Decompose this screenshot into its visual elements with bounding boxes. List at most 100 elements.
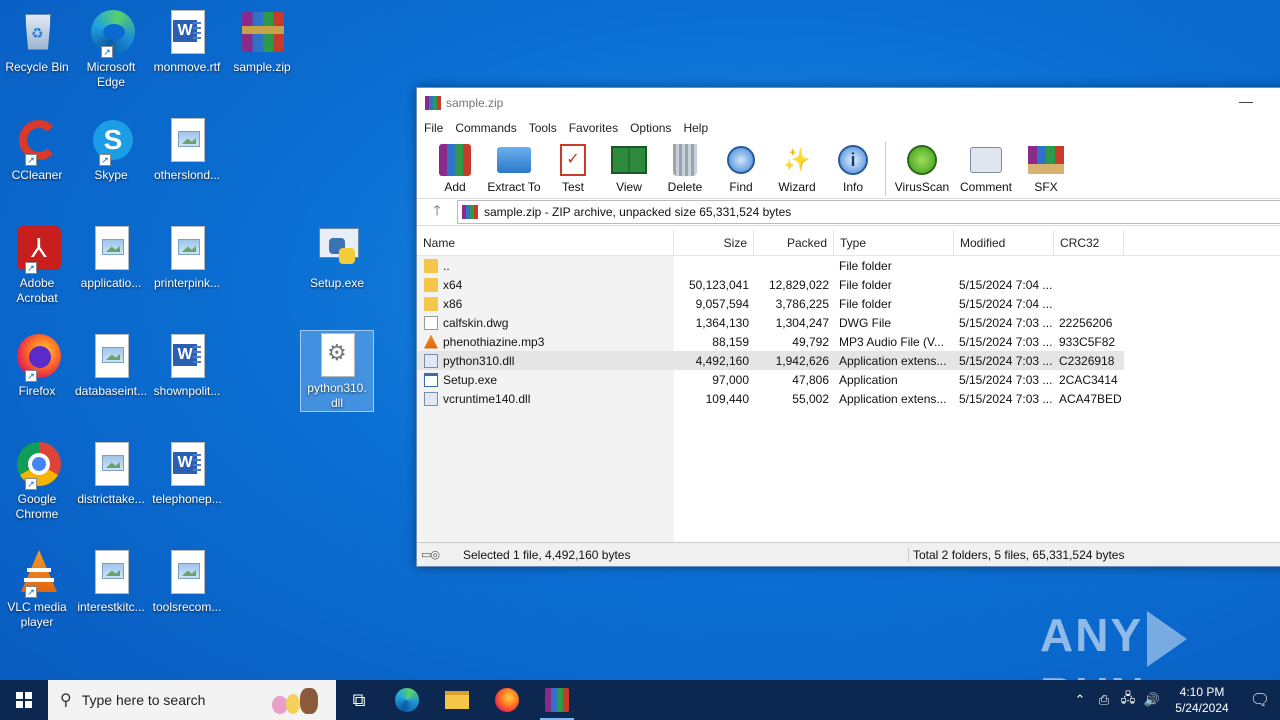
taskbar-firefox-icon[interactable] (482, 680, 532, 720)
view-button[interactable]: View (601, 142, 657, 194)
table-row[interactable]: x86 9,057,594 3,786,225 File folder 5/15/202… (417, 294, 1280, 313)
desktop-icon-acrobat[interactable]: ⅄ ↗ Adobe Acrobat (0, 224, 74, 306)
cell-type: DWG File (839, 315, 891, 330)
find-button[interactable]: Find (713, 142, 769, 194)
file-name: x64 (443, 277, 463, 292)
desktop-icon-districttake[interactable]: districttake... (74, 440, 148, 507)
desktop-icon-vlc[interactable]: ↗ VLC media player (0, 548, 74, 630)
cell-type: File folder (839, 277, 892, 292)
up-arrow-icon[interactable]: 🡑 (417, 200, 457, 224)
info-button[interactable]: i Info (825, 142, 881, 194)
desktop-icon-chrome[interactable]: ↗ Google Chrome (0, 440, 74, 522)
desktop-icon-recycle-bin[interactable]: ♻ Recycle Bin (0, 8, 74, 75)
add-button[interactable]: Add (427, 142, 483, 194)
desktop-icon-skype[interactable]: S ↗ Skype (74, 116, 148, 183)
notification-icon[interactable]: 🗨 (1240, 690, 1280, 710)
menu-commands[interactable]: Commands (455, 121, 516, 135)
table-row[interactable]: python310.dll 4,492,160 1,942,626 Applicati… (417, 351, 1124, 370)
cell-type: Application extens... (839, 391, 947, 406)
desktop-icon-setup-exe[interactable]: Setup.exe (300, 224, 374, 291)
column-modified[interactable]: Modified (954, 230, 1054, 256)
search-box[interactable]: ⚲ Type here to search (48, 680, 336, 720)
menu-file[interactable]: File (424, 121, 443, 135)
folder-icon (424, 277, 438, 292)
cell-modified: 5/15/2024 7:03 ... (959, 391, 1053, 406)
test-button[interactable]: ✓ Test (545, 142, 601, 194)
file-name: Setup.exe (443, 372, 498, 387)
column-crc32[interactable]: CRC32 (1054, 230, 1124, 256)
desktop-icon-firefox[interactable]: ↗ Firefox (0, 332, 74, 399)
clock[interactable]: 4:10 PM 5/24/2024 (1164, 684, 1240, 716)
search-placeholder: Type here to search (81, 692, 206, 708)
desktop-icon-shownpolit[interactable]: W shownpolit... (150, 332, 224, 399)
table-row[interactable]: x64 50,123,041 12,829,022 File folder 5/15/2… (417, 275, 1280, 294)
window-titlebar[interactable]: sample.zip — (417, 88, 1280, 118)
desktop-icon-label: Firefox (18, 384, 56, 398)
table-row[interactable]: vcruntime140.dll 109,440 55,002 Application… (417, 389, 1280, 408)
column-name[interactable]: Name (417, 230, 674, 256)
delete-button[interactable]: Delete (657, 142, 713, 194)
status-bar: ▭◎ Selected 1 file, 4,492,160 bytes Tota… (417, 542, 1280, 566)
menu-help[interactable]: Help (683, 121, 708, 135)
desktop-icon-label: Microsoft Edge (86, 60, 136, 89)
network-icon[interactable]: 🖧 (1116, 689, 1140, 711)
volume-icon[interactable]: 🔊 (1140, 692, 1164, 708)
extract-to-button[interactable]: Extract To (483, 142, 545, 194)
search-highlight-icon (266, 686, 326, 714)
menu-favorites[interactable]: Favorites (569, 121, 618, 135)
cell-packed: 47,806 (792, 372, 829, 387)
cell-size: 97,000 (712, 372, 749, 387)
desktop-icon-databaseint[interactable]: databaseint... (74, 332, 148, 399)
taskbar-edge-icon[interactable] (382, 680, 432, 720)
desktop-icon-interestkitc[interactable]: interestkitc... (74, 548, 148, 615)
comment-button[interactable]: Comment (954, 142, 1018, 194)
trash-icon (667, 142, 703, 178)
path-field[interactable]: sample.zip - ZIP archive, unpacked size … (457, 200, 1280, 224)
desktop-icon-python310-dll[interactable]: ⚙ python310.dll (300, 330, 374, 412)
taskbar: ⚲ Type here to search ⧉ ⌃ ⎙ 🖧 🔊 4:10 PM … (0, 680, 1280, 720)
sfx-box-icon (1028, 142, 1064, 178)
wizard-button[interactable]: ✨ Wizard (769, 142, 825, 194)
table-row[interactable]: .. File folder (417, 256, 1280, 275)
desktop-icon-ccleaner[interactable]: ↗ CCleaner (0, 116, 74, 183)
desktop-icon-monmove-rtf[interactable]: W monmove.rtf (150, 8, 224, 75)
cell-crc32: ACA47BED (1059, 391, 1122, 406)
chevron-up-icon[interactable]: ⌃ (1068, 692, 1092, 708)
menu-options[interactable]: Options (630, 121, 671, 135)
cell-modified: 5/15/2024 7:03 ... (959, 372, 1053, 387)
file-list[interactable]: Name Size Packed Type Modified CRC32 .. F… (417, 230, 1280, 542)
table-row[interactable]: phenothiazine.mp3 88,159 49,792 MP3 Audio F… (417, 332, 1280, 351)
ccleaner-icon: ↗ (13, 116, 61, 166)
device-icon[interactable]: ⎙ (1092, 692, 1116, 708)
image-file-icon (87, 224, 135, 272)
virusscan-button[interactable]: VirusScan (890, 142, 954, 194)
column-type[interactable]: Type (834, 230, 954, 256)
cell-size: 4,492,160 (695, 353, 749, 368)
drive-icon[interactable]: ▭◎ (417, 548, 457, 561)
desktop-icon-edge[interactable]: ↗ Microsoft Edge (74, 8, 148, 90)
cell-size: 88,159 (712, 334, 749, 349)
file-icon (424, 315, 438, 330)
minimize-icon[interactable]: — (1239, 94, 1255, 108)
cell-size: 109,440 (705, 391, 749, 406)
task-view-icon[interactable]: ⧉ (336, 680, 382, 720)
table-row[interactable]: Setup.exe 97,000 47,806 Application 5/15/202… (417, 370, 1280, 389)
desktop-icon-toolsrecom[interactable]: toolsrecom... (150, 548, 224, 615)
desktop-icon-printerpink[interactable]: printerpink... (150, 224, 224, 291)
desktop-icon-applicatio[interactable]: applicatio... (74, 224, 148, 291)
menu-tools[interactable]: Tools (529, 121, 557, 135)
cell-crc32: C2326918 (1059, 353, 1115, 368)
sfx-button[interactable]: SFX (1018, 142, 1074, 194)
taskbar-winrar-icon[interactable] (532, 680, 582, 720)
cell-crc32: 22256206 (1059, 315, 1113, 330)
column-packed[interactable]: Packed (754, 230, 834, 256)
winrar-window[interactable]: sample.zip — File Commands Tools Favorit… (416, 87, 1280, 567)
desktop-icon-sample-zip[interactable]: sample.zip (225, 8, 299, 75)
desktop-icon-telephonep[interactable]: W telephonep... (150, 440, 224, 507)
taskbar-file-explorer-icon[interactable] (432, 680, 482, 720)
column-size[interactable]: Size (674, 230, 754, 256)
desktop-icon-otherslond[interactable]: otherslond... (150, 116, 224, 183)
table-row[interactable]: calfskin.dwg 1,364,130 1,304,247 DWG File 5/… (417, 313, 1280, 332)
windows-logo-icon (16, 692, 32, 708)
start-button[interactable] (0, 680, 48, 720)
